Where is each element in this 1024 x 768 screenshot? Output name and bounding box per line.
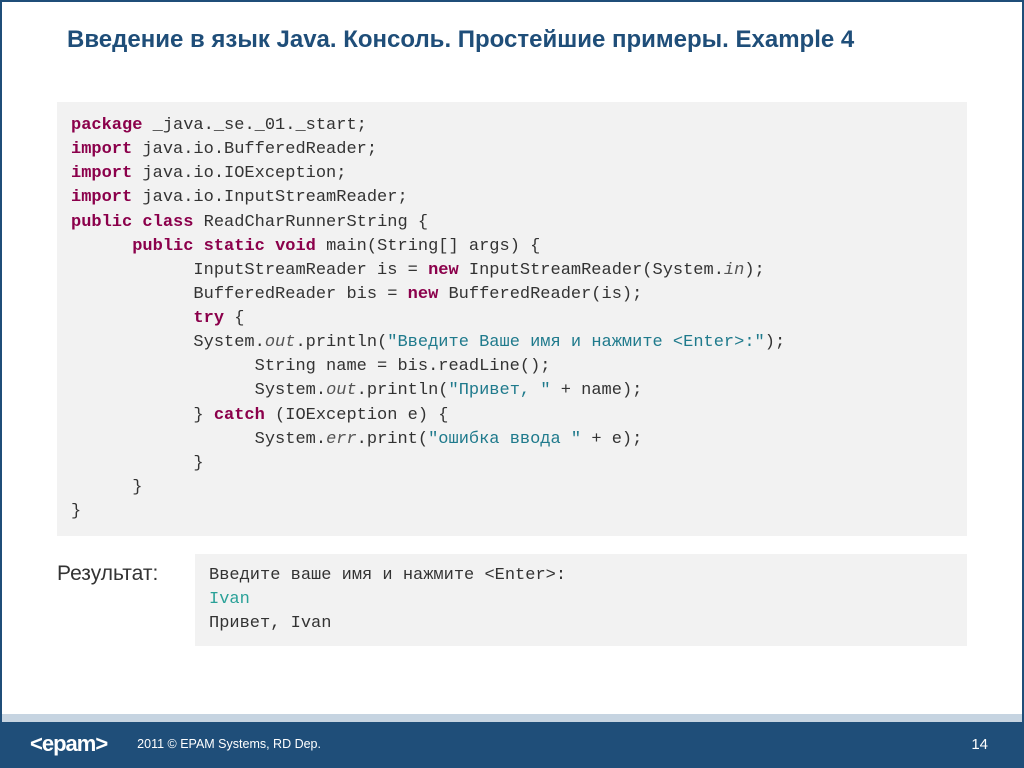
indent [71, 333, 193, 352]
page-title: Введение в язык Java. Консоль. Простейши… [2, 2, 1022, 62]
indent [71, 309, 193, 328]
copyright-text: 2011 © EPAM Systems, RD Dep. [137, 737, 321, 751]
italic-in: in [724, 261, 744, 280]
keyword-public: public [71, 213, 132, 232]
keyword-import: import [71, 140, 132, 159]
code-text: BufferedReader(is); [438, 285, 642, 304]
indent [71, 430, 255, 449]
content-area: package _java._se._01._start; import jav… [2, 62, 1022, 722]
code-text: + name); [551, 381, 643, 400]
italic-err: err [326, 430, 357, 449]
code-text: java.io.BufferedReader; [132, 140, 377, 159]
code-text: _java._se._01._start; [142, 116, 366, 135]
page-number: 14 [971, 736, 988, 753]
code-text: ReadCharRunnerString { [193, 213, 428, 232]
code-text: } [71, 502, 81, 521]
epam-logo: <epam> [30, 731, 107, 757]
code-text: { [224, 309, 244, 328]
result-row: Результат: Введите ваше имя и нажмите <E… [57, 554, 967, 645]
indent [71, 285, 193, 304]
keyword-class: class [142, 213, 193, 232]
code-text: InputStreamReader is = [193, 261, 428, 280]
code-text: System. [255, 381, 326, 400]
result-label: Результат: [57, 554, 177, 586]
keyword-new: new [408, 285, 439, 304]
keyword-public: public [132, 237, 193, 256]
code-text: java.io.InputStreamReader; [132, 188, 407, 207]
footer-accent-strip [2, 714, 1022, 722]
indent [71, 381, 255, 400]
keyword-package: package [71, 116, 142, 135]
code-text: } [71, 478, 142, 497]
code-text: System. [255, 430, 326, 449]
code-text: ); [744, 261, 764, 280]
code-text: (IOException e) { [265, 406, 449, 425]
code-text: } [71, 454, 204, 473]
indent [71, 261, 193, 280]
code-text: .println( [295, 333, 387, 352]
output-line: Привет, Ivan [209, 614, 331, 633]
slide-frame: Введение в язык Java. Консоль. Простейши… [0, 0, 1024, 768]
code-block: package _java._se._01._start; import jav… [57, 102, 967, 536]
output-user-input: Ivan [209, 590, 250, 609]
code-text: String name = bis.readLine(); [255, 357, 551, 376]
code-text: + e); [581, 430, 642, 449]
keyword-void: void [275, 237, 316, 256]
code-text: System. [193, 333, 264, 352]
code-text: BufferedReader bis = [193, 285, 407, 304]
code-text: InputStreamReader(System. [459, 261, 724, 280]
code-text: } [71, 406, 214, 425]
string-literal: "Привет, " [449, 381, 551, 400]
indent [71, 357, 255, 376]
string-literal: "Введите Ваше имя и нажмите <Enter>:" [387, 333, 764, 352]
footer-bar: <epam> 2011 © EPAM Systems, RD Dep. 14 [2, 722, 1022, 766]
keyword-catch: catch [214, 406, 265, 425]
italic-out: out [326, 381, 357, 400]
keyword-try: try [193, 309, 224, 328]
italic-out: out [265, 333, 296, 352]
keyword-import: import [71, 164, 132, 183]
code-text: java.io.IOException; [132, 164, 346, 183]
code-text: ); [765, 333, 785, 352]
indent [71, 237, 132, 256]
output-line: Введите ваше имя и нажмите <Enter>: [209, 566, 566, 585]
code-text: .println( [357, 381, 449, 400]
keyword-new: new [428, 261, 459, 280]
keyword-import: import [71, 188, 132, 207]
output-block: Введите ваше имя и нажмите <Enter>: Ivan… [195, 554, 967, 645]
keyword-static: static [204, 237, 265, 256]
code-text: .print( [357, 430, 428, 449]
string-literal: "ошибка ввода " [428, 430, 581, 449]
code-text: main(String[] args) { [316, 237, 540, 256]
